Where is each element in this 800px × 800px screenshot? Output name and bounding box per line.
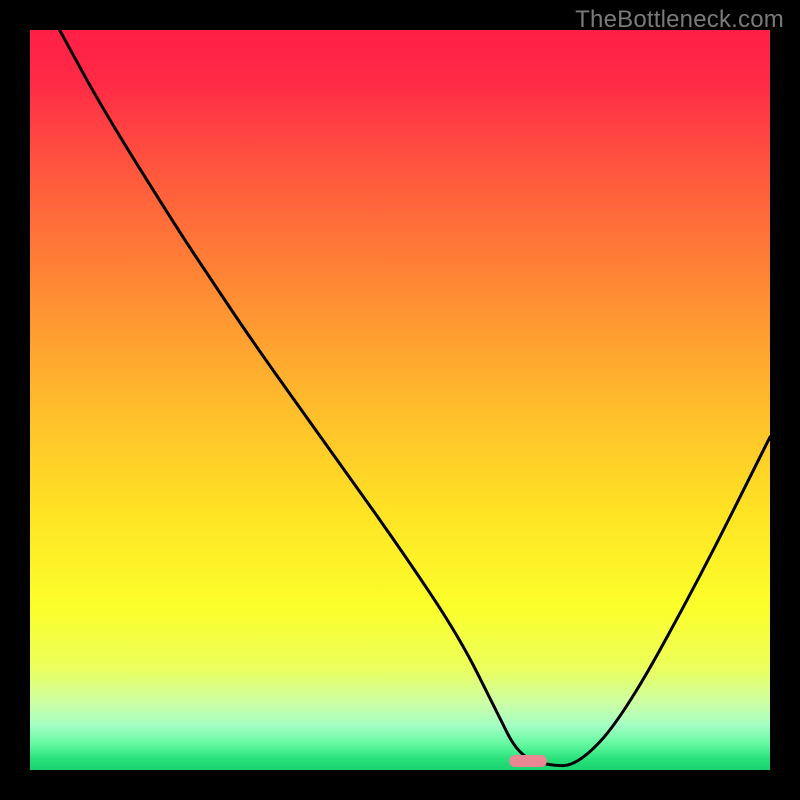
bottleneck-curve [30, 30, 770, 770]
watermark-label: TheBottleneck.com [575, 6, 784, 34]
plot-area [30, 30, 770, 770]
chart-frame: TheBottleneck.com [0, 0, 800, 800]
optimal-point-marker [509, 755, 547, 767]
